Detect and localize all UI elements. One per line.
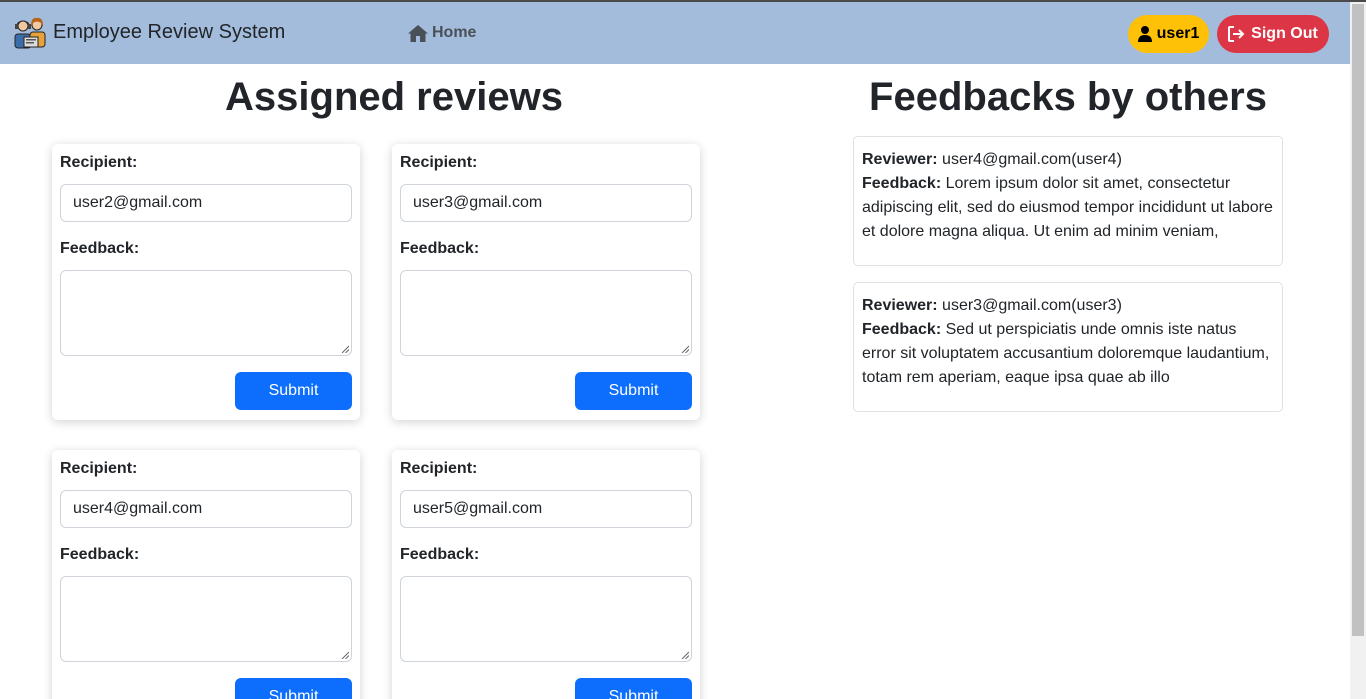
sign-out-button[interactable]: Sign Out — [1217, 15, 1329, 53]
page-scrollbar-thumb[interactable] — [1352, 4, 1364, 636]
navbar: Employee Review System Home user1 Sign O… — [0, 2, 1350, 64]
brand-title: Employee Review System — [53, 20, 286, 43]
recipient-field[interactable]: user2@gmail.com — [60, 184, 352, 222]
assigned-reviews-heading: Assigned reviews — [225, 75, 563, 119]
feedbacks-heading: Feedbacks by others — [869, 75, 1267, 119]
person-icon — [1137, 26, 1152, 42]
review-card: Recipient: user4@gmail.com Feedback: Sub… — [52, 450, 360, 699]
submit-button[interactable]: Submit — [235, 372, 352, 410]
feedback-label: Feedback: — [60, 546, 140, 563]
review-card: Recipient: user5@gmail.com Feedback: Sub… — [392, 450, 700, 699]
reviewer-label: Reviewer: — [862, 151, 938, 168]
feedback-textarea[interactable] — [400, 270, 692, 356]
feedback-text-line: Feedback: Lorem ipsum dolor sit amet, co… — [862, 172, 1274, 244]
feedback-text-label: Feedback: — [862, 175, 942, 192]
recipient-label: Recipient: — [400, 460, 478, 477]
user-label: user1 — [1156, 25, 1200, 42]
recipient-label: Recipient: — [60, 460, 138, 477]
sign-out-label: Sign Out — [1251, 25, 1318, 42]
nav-home-label: Home — [432, 24, 477, 41]
resize-grip-icon[interactable] — [341, 345, 349, 353]
reviewer-value: user4@gmail.com(user4) — [942, 151, 1122, 168]
feedback-text-line: Feedback: Sed ut perspiciatis unde omnis… — [862, 318, 1274, 390]
reviewer-label: Reviewer: — [862, 297, 938, 314]
submit-button[interactable]: Submit — [235, 678, 352, 699]
submit-button[interactable]: Submit — [575, 678, 692, 699]
feedback-label: Feedback: — [400, 240, 480, 257]
resize-grip-icon[interactable] — [681, 345, 689, 353]
house-icon — [408, 24, 428, 42]
feedback-text-label: Feedback: — [862, 321, 942, 338]
feedback-reviewer-line: Reviewer: user3@gmail.com(user3) — [862, 294, 1274, 318]
nav-home-link[interactable]: Home — [408, 24, 476, 42]
feedback-label: Feedback: — [60, 240, 140, 257]
brand[interactable]: Employee Review System — [12, 15, 285, 51]
review-card: Recipient: user2@gmail.com Feedback: Sub… — [52, 144, 360, 420]
recipient-field[interactable]: user4@gmail.com — [60, 490, 352, 528]
reviewer-value: user3@gmail.com(user3) — [942, 297, 1122, 314]
feedback-reviewer-line: Reviewer: user4@gmail.com(user4) — [862, 148, 1274, 172]
employees-icon — [14, 17, 46, 49]
recipient-field[interactable]: user3@gmail.com — [400, 184, 692, 222]
resize-grip-icon[interactable] — [681, 651, 689, 659]
user-button[interactable]: user1 — [1128, 15, 1209, 53]
feedback-card: Reviewer: user4@gmail.com(user4) Feedbac… — [853, 136, 1283, 266]
resize-grip-icon[interactable] — [341, 651, 349, 659]
feedback-textarea[interactable] — [400, 576, 692, 662]
feedback-card: Reviewer: user3@gmail.com(user3) Feedbac… — [853, 282, 1283, 412]
recipient-label: Recipient: — [60, 154, 138, 171]
submit-button[interactable]: Submit — [575, 372, 692, 410]
recipient-field[interactable]: user5@gmail.com — [400, 490, 692, 528]
review-card: Recipient: user3@gmail.com Feedback: Sub… — [392, 144, 700, 420]
recipient-label: Recipient: — [400, 154, 478, 171]
feedback-textarea[interactable] — [60, 576, 352, 662]
feedback-textarea[interactable] — [60, 270, 352, 356]
feedback-label: Feedback: — [400, 546, 480, 563]
sign-out-icon — [1228, 26, 1245, 42]
